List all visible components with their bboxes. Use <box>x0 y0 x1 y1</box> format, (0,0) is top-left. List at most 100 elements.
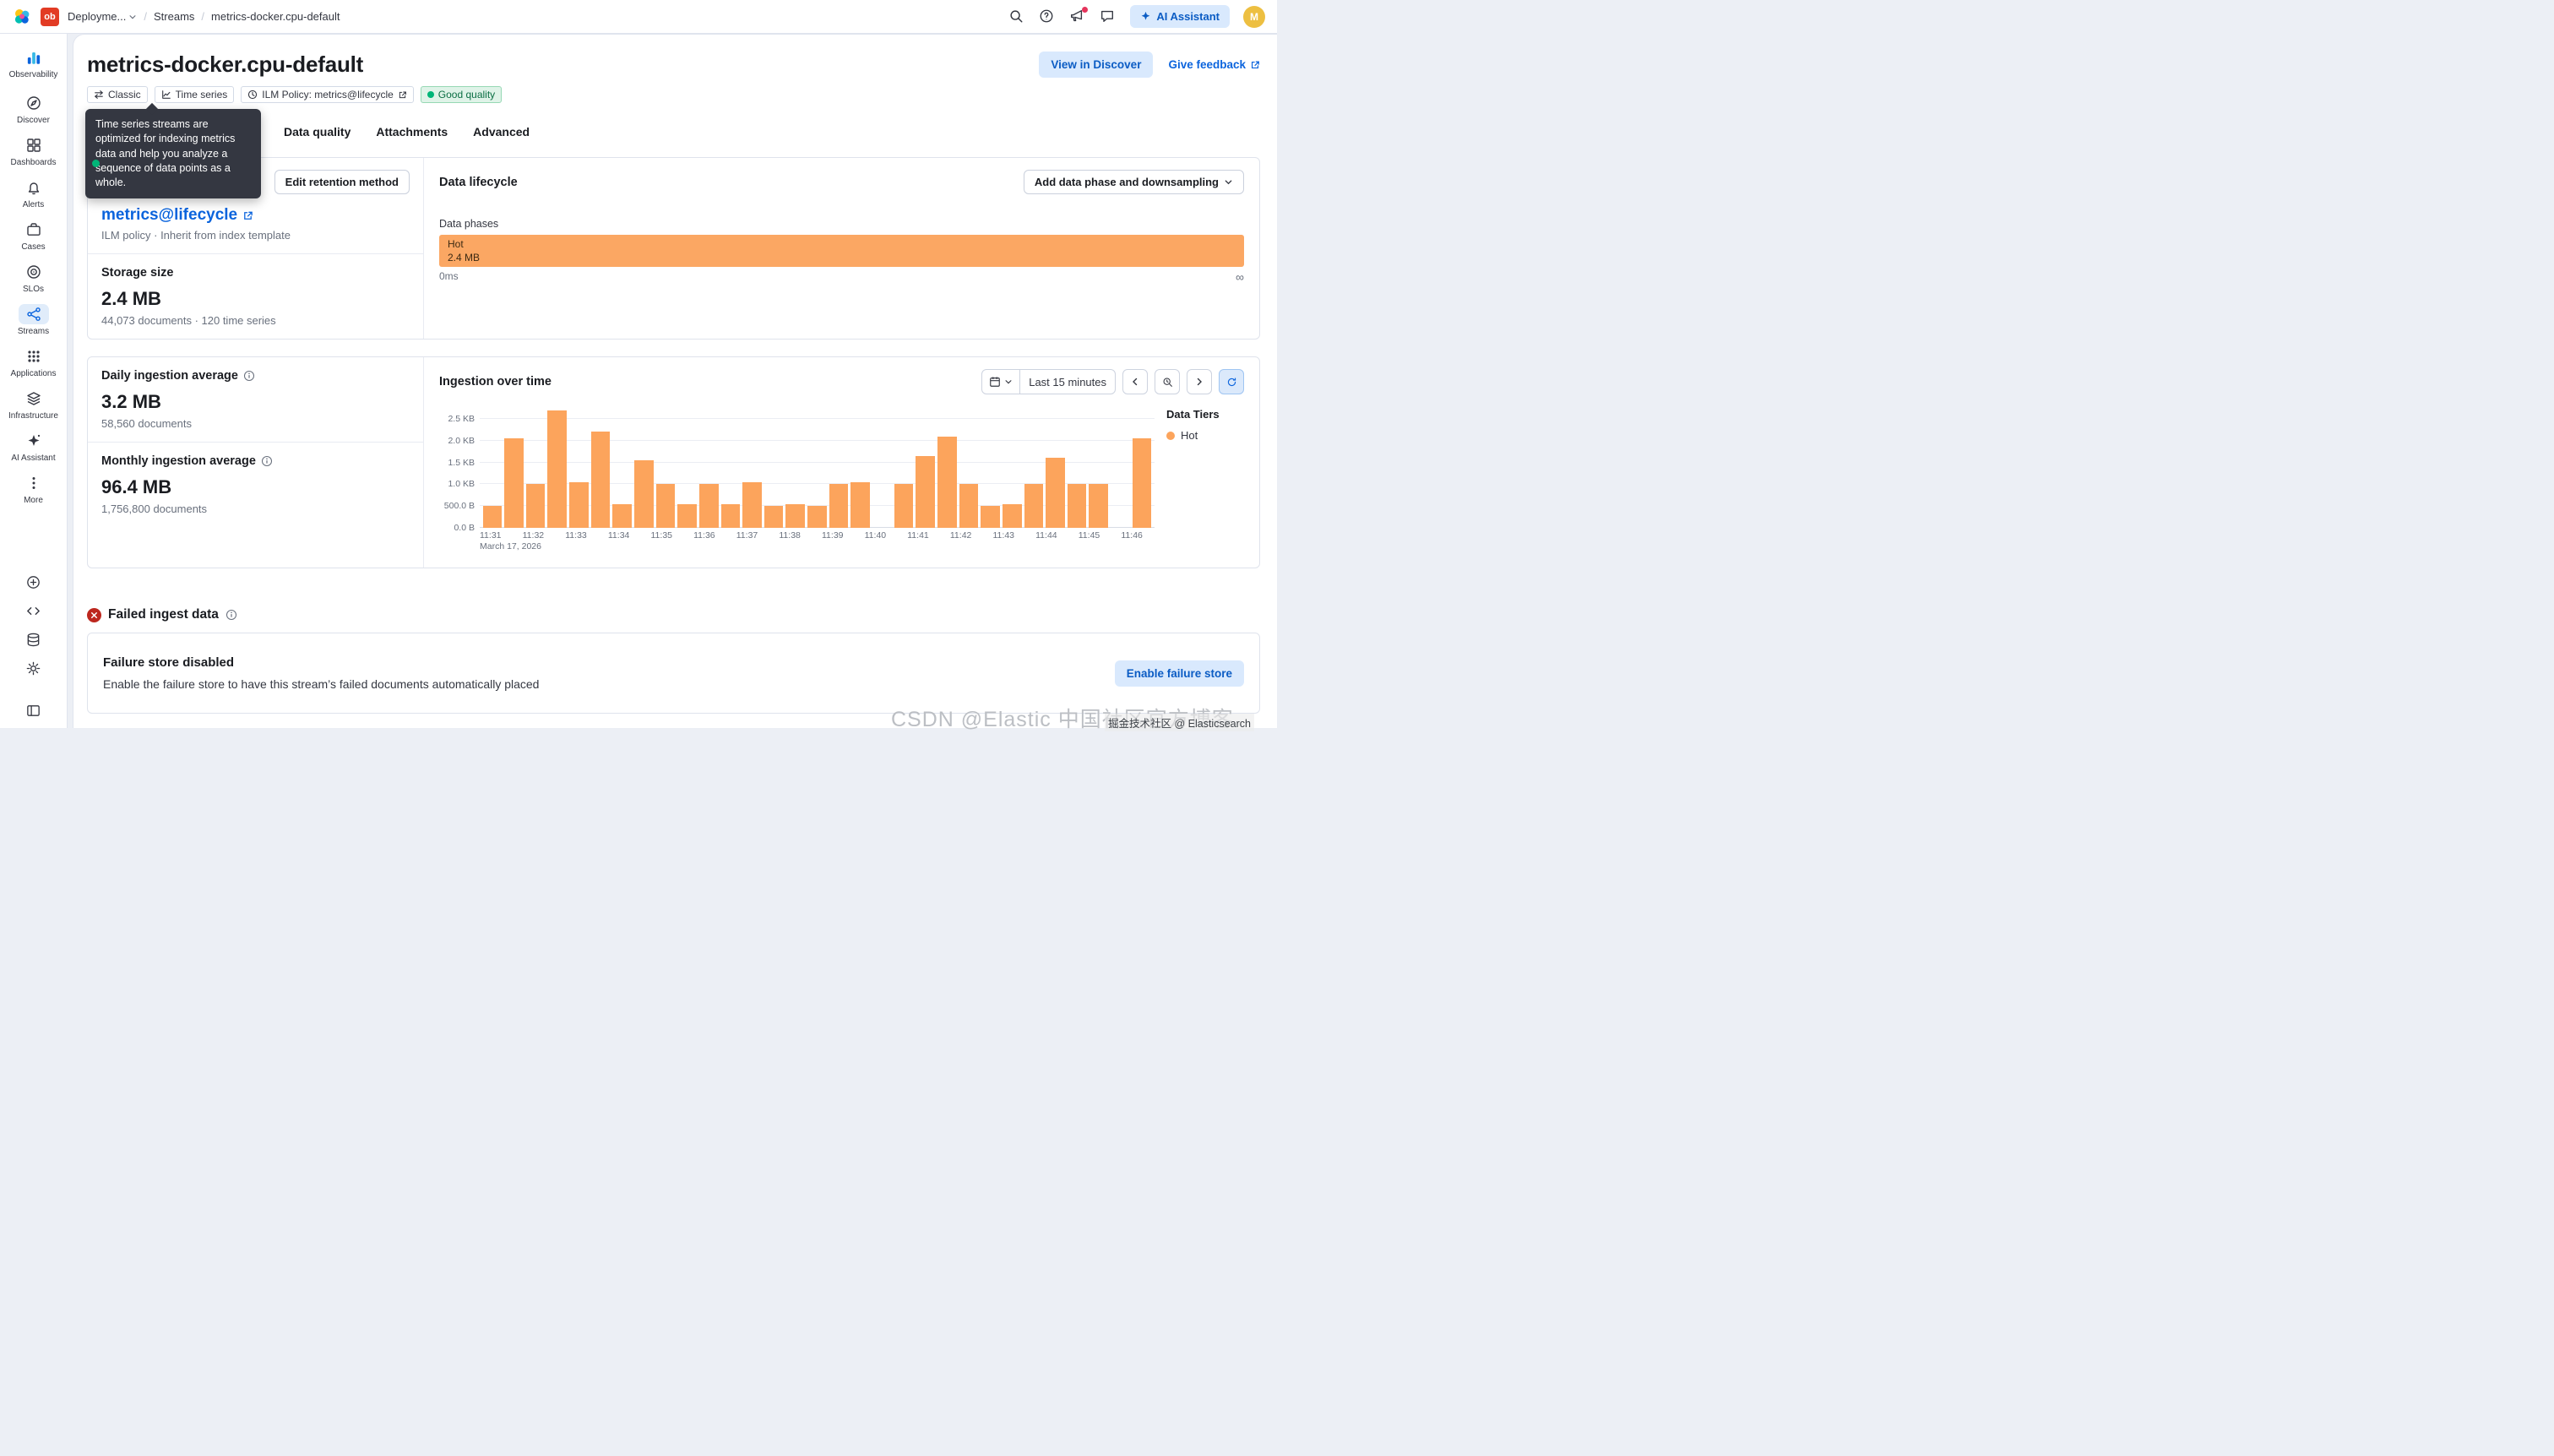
x-tick: 11:33 <box>565 530 587 541</box>
x-tick: 11:39 <box>822 530 844 541</box>
x-tick: 11:46 <box>1121 530 1143 541</box>
enable-failure-store-button[interactable]: Enable failure store <box>1114 660 1244 687</box>
classic-icon <box>94 90 104 99</box>
chevron-down-icon <box>129 14 136 19</box>
time-range-value[interactable]: Last 15 minutes <box>1020 370 1115 394</box>
main-content: metrics-docker.cpu-default View in Disco… <box>73 34 1277 728</box>
y-tick: 1.0 KB <box>448 479 475 490</box>
discover-icon <box>19 93 49 113</box>
failure-store-panel: Failure store disabled Enable the failur… <box>87 633 1260 714</box>
info-icon[interactable] <box>261 455 273 467</box>
breadcrumb-streams[interactable]: Streams <box>154 10 194 23</box>
x-axis-date: March 17, 2026 <box>480 541 541 551</box>
edit-retention-button[interactable]: Edit retention method <box>274 170 410 194</box>
hot-phase-bar[interactable]: Hot 2.4 MB <box>439 235 1244 267</box>
help-icon[interactable] <box>1039 8 1056 25</box>
sidebar-item-slos[interactable]: SLOs <box>0 257 67 299</box>
breadcrumb: Deployme... / Streams / metrics-docker.c… <box>68 10 340 23</box>
project-badge[interactable]: ob <box>41 7 59 26</box>
breadcrumb-current: metrics-docker.cpu-default <box>211 10 340 23</box>
tab-attachments[interactable]: Attachments <box>376 125 448 144</box>
calendar-icon <box>990 377 1001 387</box>
sidebar-label: AI Assistant <box>11 454 56 463</box>
give-feedback-link[interactable]: Give feedback <box>1168 58 1260 71</box>
legend-dot-icon <box>1166 431 1175 440</box>
tab-data-quality[interactable]: Data quality <box>284 125 350 144</box>
search-icon[interactable] <box>1008 8 1025 25</box>
legend-item-hot[interactable]: Hot <box>1166 429 1244 442</box>
time-series-badge[interactable]: Time series <box>154 86 235 103</box>
sidebar-item-streams[interactable]: Streams <box>0 299 67 341</box>
dev-tools-icon[interactable] <box>25 603 42 620</box>
hot-phase-name: Hot <box>448 238 464 250</box>
sidebar-item-infrastructure[interactable]: Infrastructure <box>0 383 67 426</box>
retention-lifecycle-panel: Retention Edit retention method metrics@… <box>87 157 1260 340</box>
gear-icon[interactable] <box>25 660 42 677</box>
breadcrumb-deployment[interactable]: Deployme... <box>68 10 137 23</box>
x-tick: 11:31 <box>480 530 502 541</box>
sidebar-item-discover[interactable]: Discover <box>0 88 67 130</box>
storage-size-value: 2.4 MB <box>101 288 161 309</box>
sidebar-item-observability[interactable]: Observability <box>0 42 67 88</box>
add-data-phase-button[interactable]: Add data phase and downsampling <box>1023 170 1244 194</box>
chart-bar <box>525 484 546 528</box>
database-icon[interactable] <box>25 632 42 649</box>
refresh-icon <box>1227 377 1236 386</box>
divider <box>88 253 423 254</box>
sidebar-item-ai-assistant[interactable]: AI Assistant <box>0 426 67 468</box>
magnifier-clock-icon <box>1163 378 1172 387</box>
sidebar-item-more[interactable]: More <box>0 468 67 510</box>
collapse-panel-icon[interactable] <box>25 703 42 720</box>
sidebar-item-dashboards[interactable]: Dashboards <box>0 130 67 172</box>
announcements-icon[interactable] <box>1069 6 1089 25</box>
quality-badge[interactable]: Good quality <box>420 86 503 103</box>
chart-bar <box>482 506 503 528</box>
monthly-ingestion-value: 96.4 MB <box>101 476 172 497</box>
failure-store-title: Failure store disabled <box>103 655 235 670</box>
chart-bar <box>547 410 568 528</box>
refresh-button[interactable] <box>1219 369 1244 394</box>
error-circle-icon <box>87 607 101 622</box>
chart-bar <box>916 455 935 528</box>
chart-bar <box>612 503 632 528</box>
x-tick: 11:32 <box>522 530 545 541</box>
chart-bar <box>698 484 719 528</box>
briefcase-icon <box>19 220 49 240</box>
breadcrumb-separator: / <box>144 10 147 23</box>
sidebar-label: Discover <box>17 116 50 125</box>
time-step-forward-button[interactable] <box>1187 369 1212 394</box>
view-in-discover-button[interactable]: View in Discover <box>1039 52 1154 78</box>
ai-assistant-button[interactable]: AI Assistant <box>1130 5 1230 28</box>
x-tick: 11:45 <box>1078 530 1100 541</box>
time-zoom-button[interactable] <box>1155 369 1180 394</box>
time-step-back-button[interactable] <box>1122 369 1148 394</box>
sidebar-item-cases[interactable]: Cases <box>0 215 67 257</box>
phase-axis-start: 0ms <box>439 270 459 282</box>
data-lifecycle-title: Data lifecycle <box>439 175 518 189</box>
info-icon[interactable] <box>243 370 255 382</box>
ilm-policy-link[interactable]: metrics@lifecycle <box>101 206 410 225</box>
chevron-left-icon <box>1133 378 1138 386</box>
chart-bar <box>1046 458 1065 528</box>
sidebar-label: Observability <box>8 70 58 79</box>
add-circle-icon[interactable] <box>25 574 42 591</box>
chart-bar <box>720 503 741 528</box>
external-link-icon <box>399 90 406 98</box>
chat-icon[interactable] <box>1100 8 1117 25</box>
info-icon[interactable] <box>226 609 237 621</box>
user-avatar[interactable]: M <box>1243 5 1265 28</box>
elastic-logo[interactable] <box>12 7 32 27</box>
layers-icon <box>19 388 49 409</box>
chart-bar <box>677 503 697 528</box>
external-link-icon <box>244 211 253 220</box>
quick-select-button[interactable] <box>982 370 1021 394</box>
sidebar-item-alerts[interactable]: Alerts <box>0 172 67 215</box>
stream-tabs: Data quality Attachments Advanced <box>284 125 1260 144</box>
sidebar-item-applications[interactable]: Applications <box>0 341 67 383</box>
tab-advanced[interactable]: Advanced <box>473 125 530 144</box>
classic-badge[interactable]: Classic <box>87 86 148 103</box>
ilm-policy-badge[interactable]: ILM Policy: metrics@lifecycle <box>241 86 414 103</box>
y-tick: 500.0 B <box>443 501 475 512</box>
chart-bars <box>480 408 1155 528</box>
health-dot-icon <box>92 160 100 167</box>
